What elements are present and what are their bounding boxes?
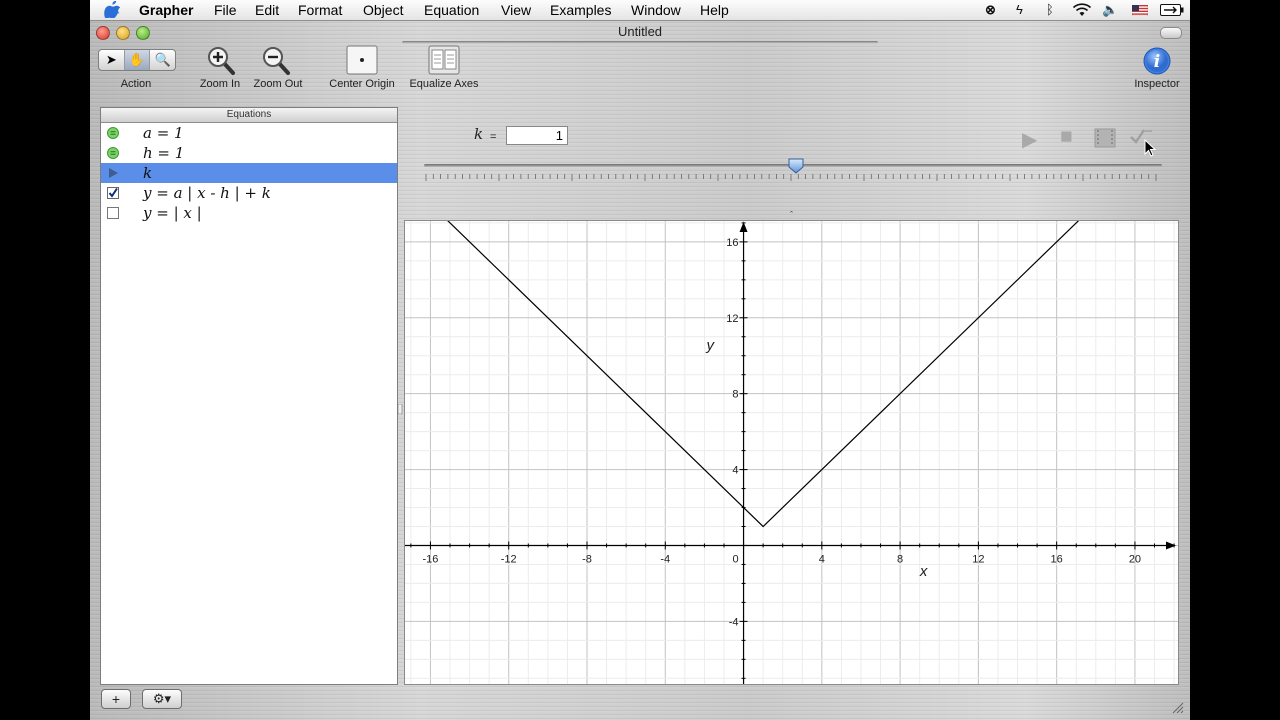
menu-object[interactable]: Object bbox=[363, 1, 403, 19]
x-axis-label: x bbox=[919, 563, 928, 580]
title-bar: Untitled bbox=[90, 21, 1190, 44]
mouse-cursor-icon bbox=[1144, 139, 1157, 157]
zoom-in-icon[interactable] bbox=[207, 46, 237, 76]
wifi-icon[interactable] bbox=[1072, 3, 1092, 17]
y-tick-label: 16 bbox=[726, 237, 738, 249]
checkbox-unchecked-icon[interactable] bbox=[107, 207, 119, 219]
green-equals-icon[interactable] bbox=[107, 127, 119, 139]
menu-file[interactable]: File bbox=[214, 1, 237, 19]
slider-caret-icon: ˆ bbox=[790, 210, 793, 220]
equation-row[interactable]: y = a | x - h | + k bbox=[101, 183, 397, 203]
spotlight-status-icon[interactable]: ⊗ bbox=[985, 2, 996, 18]
menu-app-grapher[interactable]: Grapher bbox=[139, 1, 193, 19]
parameter-equals: = bbox=[490, 131, 497, 143]
equation-row[interactable]: k bbox=[101, 163, 397, 183]
parameter-slider-thumb[interactable] bbox=[788, 158, 804, 174]
svg-text:i: i bbox=[1154, 52, 1160, 72]
center-origin-label: Center Origin bbox=[329, 78, 395, 90]
menu-view[interactable]: View bbox=[501, 1, 531, 19]
lightning-status-icon[interactable]: ϟ bbox=[1016, 2, 1023, 17]
x-tick-label: 20 bbox=[1129, 553, 1141, 565]
equation-text: y = | x | bbox=[143, 204, 202, 222]
screen: Grapher File Edit Format Object Equation… bbox=[90, 0, 1190, 720]
origin-label: 0 bbox=[732, 553, 738, 565]
x-tick-label: 8 bbox=[897, 553, 903, 565]
y-tick-label: 12 bbox=[726, 313, 738, 325]
action-label: Action bbox=[120, 78, 152, 90]
y-axis-label: y bbox=[706, 337, 716, 354]
menu-window[interactable]: Window bbox=[631, 1, 681, 19]
equation-text: y = a | x - h | + k bbox=[143, 184, 271, 202]
zoom-in-label: Zoom In bbox=[199, 78, 241, 90]
equations-header: Equations bbox=[101, 108, 397, 123]
us-flag-icon[interactable] bbox=[1132, 5, 1148, 16]
volume-icon[interactable]: 🔈 bbox=[1102, 2, 1118, 18]
y-axis-arrow bbox=[739, 222, 748, 232]
magnify-tool-icon[interactable]: 🔍 bbox=[150, 50, 175, 70]
inspector-label: Inspector bbox=[1134, 78, 1180, 90]
equations-list: Equations a = 1 h = 1 k y = a | x - h | + k… bbox=[100, 107, 398, 685]
action-segmented-control[interactable]: ➤ ✋ 🔍 bbox=[98, 49, 176, 71]
y-tick-label: 4 bbox=[732, 465, 738, 477]
equation-text: k bbox=[143, 164, 153, 182]
hand-tool-icon[interactable]: ✋ bbox=[124, 50, 151, 70]
inspector-info-icon[interactable]: i bbox=[1143, 47, 1171, 75]
menu-examples[interactable]: Examples bbox=[550, 1, 611, 19]
menu-bar: Grapher File Edit Format Object Equation… bbox=[90, 0, 1190, 21]
gear-menu-button[interactable]: ⚙▾ bbox=[142, 689, 182, 709]
menu-format[interactable]: Format bbox=[298, 1, 342, 19]
menu-edit[interactable]: Edit bbox=[255, 1, 279, 19]
graph-canvas[interactable]: -16 -12 -8 -4 4 8 12 16 20 16 12 8 4 -4 0 x y bbox=[405, 221, 1178, 684]
add-equation-button[interactable]: + bbox=[101, 689, 131, 709]
green-equals-icon[interactable] bbox=[107, 147, 119, 159]
graph-view[interactable]: -16 -12 -8 -4 4 8 12 16 20 16 12 8 4 -4 0 x y bbox=[404, 220, 1179, 685]
slider-ticks bbox=[425, 174, 1157, 181]
checkbox-checked-icon[interactable] bbox=[107, 187, 119, 199]
film-strip-icon[interactable] bbox=[1094, 128, 1116, 148]
x-tick-label: 16 bbox=[1051, 553, 1063, 565]
x-tick-label: 4 bbox=[819, 553, 825, 565]
parameter-name: k bbox=[474, 125, 484, 143]
equalize-axes-label: Equalize Axes bbox=[409, 78, 479, 90]
zoom-out-icon[interactable] bbox=[262, 46, 292, 76]
equation-row[interactable]: y = | x | bbox=[101, 203, 397, 223]
window-title: Untitled bbox=[617, 24, 663, 39]
x-tick-label: -16 bbox=[422, 553, 438, 565]
zoom-out-label: Zoom Out bbox=[253, 78, 303, 90]
x-tick-label: 12 bbox=[972, 553, 984, 565]
y-tick-label: -4 bbox=[729, 616, 739, 628]
stop-icon[interactable]: ■ bbox=[1060, 125, 1073, 149]
equation-row[interactable]: h = 1 bbox=[101, 143, 397, 163]
equalize-axes-icon[interactable] bbox=[428, 45, 460, 75]
split-view-handle-icon[interactable] bbox=[397, 404, 403, 414]
apple-menu-icon[interactable] bbox=[104, 1, 120, 18]
arrow-tool-icon[interactable]: ➤ bbox=[99, 50, 125, 70]
bluetooth-icon[interactable]: ᛒ bbox=[1046, 2, 1054, 17]
menu-equation[interactable]: Equation bbox=[424, 1, 479, 19]
parameter-value-field[interactable]: 1 bbox=[506, 126, 568, 145]
toolbar-toggle-button[interactable] bbox=[1160, 27, 1182, 39]
x-tick-label: -4 bbox=[660, 553, 670, 565]
center-origin-icon[interactable] bbox=[346, 45, 378, 75]
title-divider bbox=[402, 41, 878, 44]
equation-text: h = 1 bbox=[143, 144, 185, 162]
battery-icon[interactable] bbox=[1160, 4, 1184, 16]
y-tick-label: 8 bbox=[732, 389, 738, 401]
equation-text: a = 1 bbox=[143, 124, 184, 142]
x-tick-label: -8 bbox=[582, 553, 592, 565]
x-tick-label: -12 bbox=[501, 553, 517, 565]
resize-grip-icon[interactable] bbox=[1170, 700, 1184, 714]
play-triangle-icon[interactable] bbox=[107, 167, 119, 179]
grapher-window: Untitled ➤ ✋ 🔍 Action Zoom In Zoom Out C… bbox=[90, 21, 1190, 720]
play-icon[interactable]: ▶ bbox=[1022, 127, 1037, 152]
equation-curve bbox=[447, 221, 1080, 528]
menu-help[interactable]: Help bbox=[700, 1, 729, 19]
equation-row[interactable]: a = 1 bbox=[101, 123, 397, 143]
